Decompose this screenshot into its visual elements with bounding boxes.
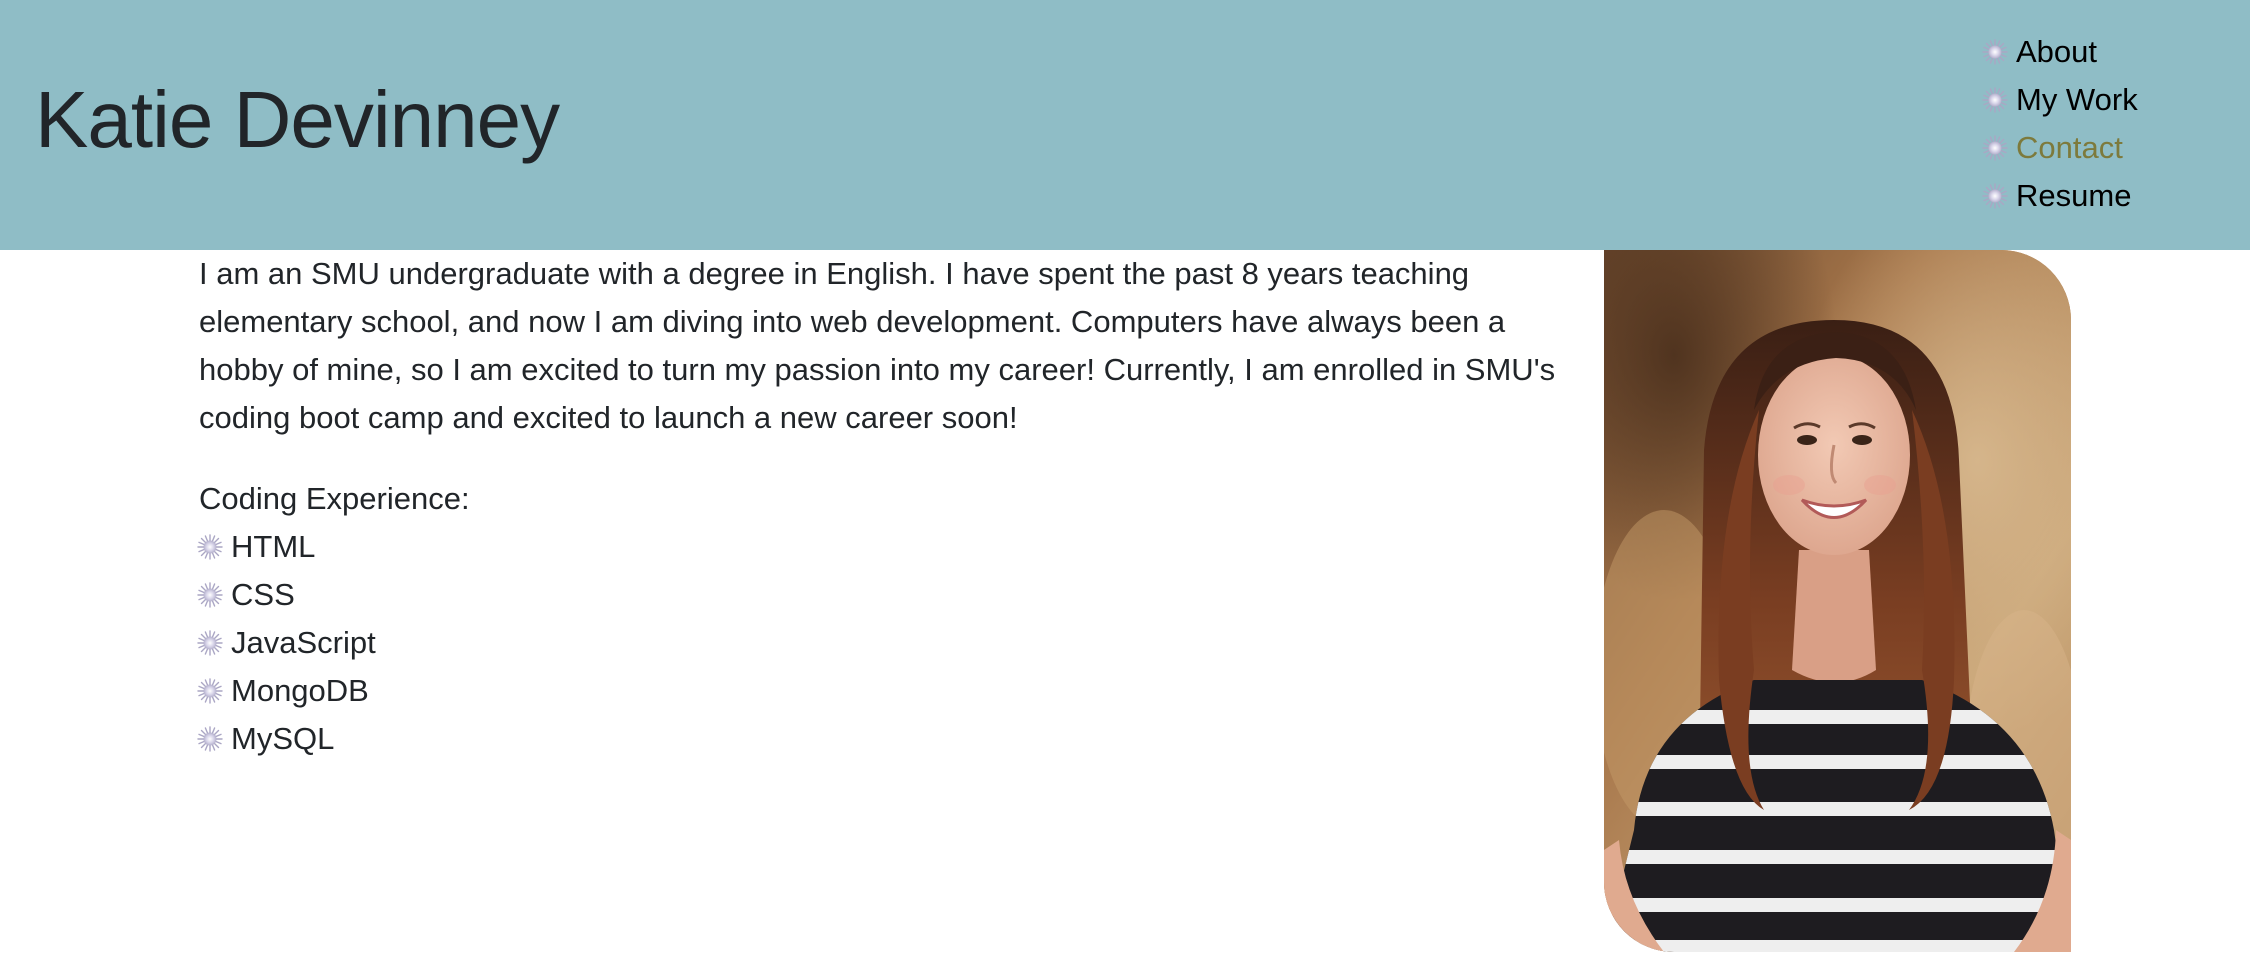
- site-header: Katie Devinney About My Work Contact Res…: [0, 0, 2250, 250]
- burst-icon: [1982, 87, 2008, 113]
- list-item: MongoDB: [197, 667, 376, 715]
- burst-icon: [197, 726, 223, 752]
- nav-item-contact[interactable]: Contact: [1982, 124, 2138, 172]
- nav-item-resume[interactable]: Resume: [1982, 172, 2138, 220]
- experience-label: CSS: [231, 577, 295, 612]
- nav-item-my-work[interactable]: My Work: [1982, 76, 2138, 124]
- nav-item-about[interactable]: About: [1982, 28, 2138, 76]
- burst-icon: [197, 534, 223, 560]
- list-item: MySQL: [197, 715, 376, 763]
- experience-label: HTML: [231, 529, 316, 564]
- nav-link-contact[interactable]: Contact: [2016, 124, 2123, 172]
- portrait-illustration: [1604, 250, 2071, 952]
- burst-icon: [197, 630, 223, 656]
- nav-link-about[interactable]: About: [2016, 28, 2097, 76]
- burst-icon: [1982, 39, 2008, 65]
- nav-link-resume[interactable]: Resume: [2016, 172, 2131, 220]
- experience-label: MongoDB: [231, 673, 369, 708]
- experience-label: JavaScript: [231, 625, 376, 660]
- experience-list: HTML CSS JavaScript MongoDB MySQL: [197, 523, 376, 763]
- burst-icon: [1982, 135, 2008, 161]
- site-title: Katie Devinney: [35, 75, 560, 164]
- profile-photo: [1604, 250, 2071, 952]
- main-nav: About My Work Contact Resume: [1982, 28, 2138, 220]
- list-item: HTML: [197, 523, 376, 571]
- burst-icon: [197, 582, 223, 608]
- burst-icon: [1982, 183, 2008, 209]
- list-item: CSS: [197, 571, 376, 619]
- bio-paragraph: I am an SMU undergraduate with a degree …: [199, 256, 1556, 435]
- list-item: JavaScript: [197, 619, 376, 667]
- experience-label: MySQL: [231, 721, 335, 756]
- burst-icon: [197, 678, 223, 704]
- experience-heading: Coding Experience:: [199, 481, 470, 516]
- nav-link-my-work[interactable]: My Work: [2016, 76, 2138, 124]
